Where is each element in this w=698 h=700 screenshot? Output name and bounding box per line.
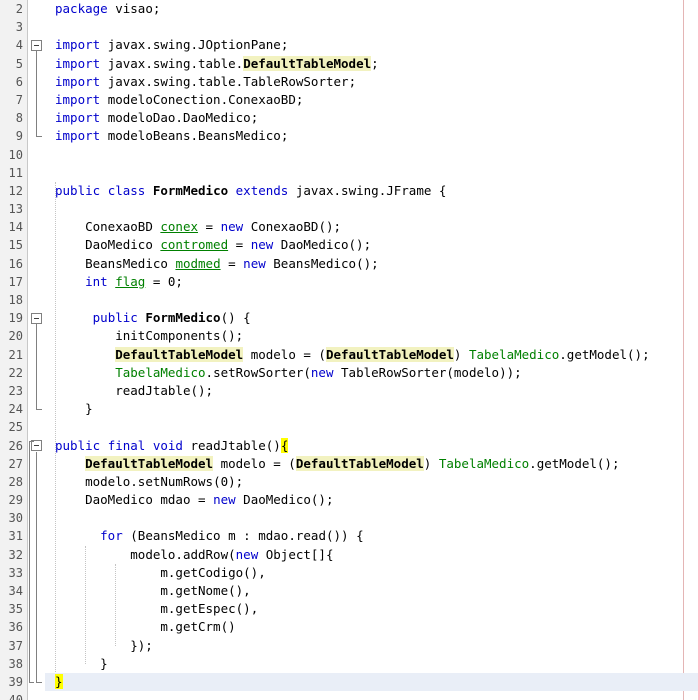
fold-range-line: [36, 451, 37, 683]
code-line[interactable]: });: [45, 637, 698, 655]
code-line[interactable]: modelo.addRow(new Object[]{: [45, 546, 698, 564]
code-editor[interactable]: 2 3 4 5 6 7 8 9 10 11 12 13 14 15 16 17 18 19 20 21 22 23 24 25…: [0, 0, 698, 700]
line-number: 31: [8, 529, 23, 544]
code-line[interactable]: import javax.swing.JOptionPane;: [45, 36, 698, 54]
code-folding-column[interactable]: [28, 0, 45, 700]
line-number: 25: [8, 420, 23, 435]
line-number: 26: [8, 438, 23, 453]
code-line[interactable]: BeansMedico modmed = new BeansMedico();: [45, 255, 698, 273]
code-line[interactable]: import modeloDao.DaoMedico;: [45, 109, 698, 127]
line-number: 32: [8, 547, 23, 562]
code-line[interactable]: }: [45, 400, 698, 418]
code-line[interactable]: package visao;: [45, 0, 698, 18]
code-line[interactable]: public final void readJtable(){: [45, 437, 698, 455]
line-number: 7: [15, 92, 23, 107]
line-number: 20: [8, 329, 23, 344]
code-line[interactable]: for (BeansMedico m : mdao.read()) {: [45, 527, 698, 545]
line-number-gutter: 2 3 4 5 6 7 8 9 10 11 12 13 14 15 16 17 18 19 20 21 22 23 24 25…: [0, 0, 28, 700]
line-number: 18: [8, 293, 23, 307]
code-line[interactable]: import javax.swing.table.DefaultTableMod…: [45, 55, 698, 73]
line-number: 33: [8, 565, 23, 580]
line-number: 16: [8, 256, 23, 271]
line-number: 35: [8, 602, 23, 617]
fold-range-line: [36, 324, 37, 410]
code-line[interactable]: DaoMedico mdao = new DaoMedico();: [45, 491, 698, 509]
code-line[interactable]: [45, 18, 698, 36]
code-line[interactable]: import modeloConection.ConexaoBD;: [45, 91, 698, 109]
code-line[interactable]: initComponents();: [45, 327, 698, 345]
class-fold-range-end: [29, 682, 34, 684]
line-number: 23: [8, 383, 23, 398]
line-number: 3: [15, 20, 23, 35]
fold-range-end: [36, 682, 42, 684]
fold-toggle-icon[interactable]: [31, 39, 42, 51]
code-line[interactable]: }: [45, 672, 698, 692]
line-number: 28: [8, 474, 23, 489]
line-number: 17: [8, 274, 23, 289]
line-number: 22: [8, 365, 23, 380]
code-line[interactable]: DaoMedico contromed = new DaoMedico();: [45, 236, 698, 254]
code-line[interactable]: [45, 509, 698, 527]
line-number: 15: [8, 238, 23, 253]
line-number: 39: [8, 674, 23, 689]
class-fold-range-line: [29, 440, 30, 684]
fold-range-line: [36, 51, 37, 137]
line-number: 4: [15, 38, 23, 53]
line-number: 19: [8, 311, 23, 326]
line-number: 2: [15, 2, 23, 16]
line-number: 10: [8, 147, 23, 162]
line-number: 8: [15, 111, 23, 126]
fold-range-end: [36, 136, 42, 138]
line-number: 36: [8, 620, 23, 635]
code-line[interactable]: m.getEspec(),: [45, 600, 698, 618]
line-number: 29: [8, 493, 23, 508]
line-number: 40: [0, 691, 27, 700]
fold-toggle-icon[interactable]: [31, 440, 42, 452]
code-line[interactable]: [45, 691, 698, 700]
code-line[interactable]: TabelaMedico.setRowSorter(new TableRowSo…: [45, 364, 698, 382]
line-number: 9: [15, 129, 23, 144]
line-number: 37: [8, 638, 23, 653]
line-number: 38: [8, 656, 23, 671]
line-number: 21: [8, 347, 23, 362]
code-line[interactable]: [45, 200, 698, 218]
code-line[interactable]: [45, 146, 698, 164]
code-line[interactable]: m.getCodigo(),: [45, 564, 698, 582]
line-number: 14: [8, 220, 23, 235]
class-fold-range-start: [29, 440, 34, 442]
line-number: 27: [8, 456, 23, 471]
line-number: 11: [8, 165, 23, 180]
code-line[interactable]: m.getNome(),: [45, 582, 698, 600]
code-line[interactable]: [45, 164, 698, 182]
code-text-area[interactable]: package visao; import javax.swing.JOption…: [45, 0, 698, 700]
line-number: 24: [8, 402, 23, 417]
fold-range-end: [36, 409, 42, 411]
code-line[interactable]: [45, 418, 698, 436]
code-line[interactable]: modelo.setNumRows(0);: [45, 473, 698, 491]
line-number: 6: [15, 74, 23, 89]
line-number: 13: [8, 202, 23, 217]
code-line[interactable]: import javax.swing.table.TableRowSorter;: [45, 73, 698, 91]
code-line[interactable]: public FormMedico() {: [45, 309, 698, 327]
line-number: 34: [8, 584, 23, 598]
code-line[interactable]: DefaultTableModel modelo = (DefaultTable…: [45, 455, 698, 473]
line-number: 30: [8, 511, 23, 526]
code-line[interactable]: public class FormMedico extends javax.sw…: [45, 182, 698, 200]
code-line[interactable]: import modeloBeans.BeansMedico;: [45, 127, 698, 145]
code-line[interactable]: }: [45, 655, 698, 673]
code-line[interactable]: DefaultTableModel modelo = (DefaultTable…: [45, 346, 698, 364]
code-line[interactable]: m.getCrm(): [45, 618, 698, 636]
code-line[interactable]: ConexaoBD conex = new ConexaoBD();: [45, 218, 698, 236]
code-line[interactable]: readJtable();: [45, 382, 698, 400]
line-number: 5: [15, 56, 23, 71]
code-line[interactable]: [45, 291, 698, 309]
fold-toggle-icon[interactable]: [31, 312, 42, 324]
code-line[interactable]: int flag = 0;: [45, 273, 698, 291]
line-number: 12: [8, 183, 23, 198]
